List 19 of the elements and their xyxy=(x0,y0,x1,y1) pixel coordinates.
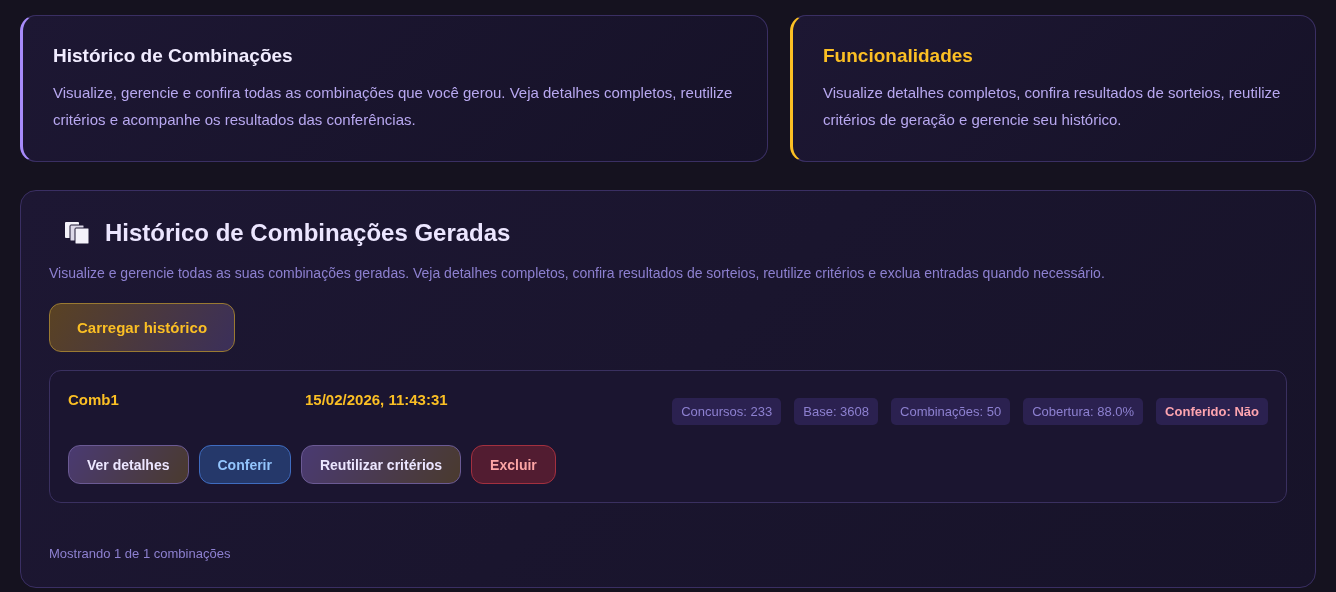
load-history-button[interactable]: Carregar histórico xyxy=(49,303,236,352)
stat-tag: Combinações: 50 xyxy=(891,398,1011,425)
action-button[interactable]: Reutilizar critérios xyxy=(300,445,462,484)
entry-date: 15/02/2026, 11:43:31 xyxy=(305,391,448,408)
card-text: Visualize, gerencie e confira todas as combinações que você gerou. Veja detalhes completos, reutilize critérios e acompanhe os resultados das conferências. xyxy=(53,82,734,130)
entry-name: Comb1 xyxy=(68,391,120,408)
status-tag: Conferido: Não xyxy=(1156,398,1268,425)
action-button[interactable]: Excluir xyxy=(471,445,556,484)
card-title: Funcionalidades xyxy=(823,44,974,67)
panel-description: Visualize e gerencie todas as suas combinações geradas. Veja detalhes completos, confira resultados de sorteios, reutilize critérios e exclua entradas quando necessário. xyxy=(49,265,1106,281)
panel-title: Histórico de Combinações Geradas xyxy=(105,219,511,247)
stat-tag: Concursos: 233 xyxy=(672,398,782,425)
card-text: Visualize detalhes completos, confira resultados de sorteios, reutilize critérios de geração e gerencie seu histórico. xyxy=(823,82,1282,130)
stat-tag: Base: 3608 xyxy=(794,398,879,425)
card-title: Histórico de Combinações xyxy=(53,44,294,67)
stat-tag: Cobertura: 88.0% xyxy=(1023,398,1144,425)
results-count: Mostrando 1 de 1 combinações xyxy=(49,546,232,561)
action-button[interactable]: Ver detalhes xyxy=(68,445,189,484)
action-button[interactable]: Conferir xyxy=(198,445,291,484)
